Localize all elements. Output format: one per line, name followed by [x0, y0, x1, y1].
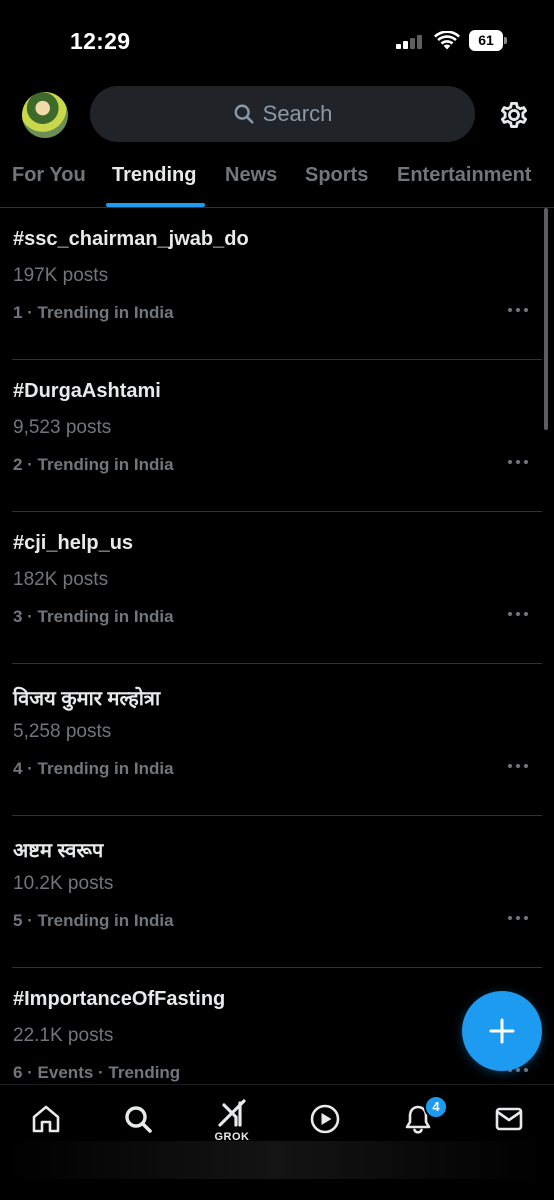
trend-item[interactable]: विजय कुमार मल्होत्रा 5,258 posts 4 · Tre… — [0, 664, 554, 816]
gear-icon[interactable] — [497, 98, 531, 132]
trend-context: 3 · Trending in India — [13, 607, 174, 626]
mail-icon — [495, 1107, 523, 1131]
more-options-icon[interactable] — [508, 916, 528, 922]
cellular-signal-icon — [396, 35, 426, 49]
tab-bar: For You Trending News Sports Entertainme… — [0, 152, 554, 208]
trending-feed[interactable]: #ssc_chairman_jwab_do 197K posts 1 · Tre… — [0, 208, 554, 1084]
active-tab-indicator — [106, 203, 205, 207]
trend-context: 1 · Trending in India — [13, 303, 174, 322]
search-input[interactable]: Search — [90, 86, 475, 142]
grok-icon — [218, 1099, 246, 1127]
tab-sports[interactable]: Sports — [305, 164, 368, 187]
top-bar: Search — [0, 86, 554, 144]
plus-icon — [489, 1018, 515, 1044]
more-options-icon[interactable] — [508, 308, 528, 314]
nav-video[interactable] — [305, 1099, 345, 1139]
trend-post-count: 197K posts — [13, 265, 109, 286]
trend-name: #ssc_chairman_jwab_do — [13, 228, 249, 250]
trend-post-count: 182K posts — [13, 569, 109, 590]
nav-grok[interactable] — [212, 1093, 252, 1133]
search-placeholder: Search — [262, 101, 333, 126]
trend-name: #cji_help_us — [13, 532, 134, 554]
bottom-nav: GROK 4 — [0, 1084, 554, 1200]
trend-post-count: 5,258 posts — [13, 721, 112, 742]
trend-context: 6 · Events · Trending — [13, 1063, 181, 1082]
battery-icon: 61 — [469, 30, 507, 51]
trend-context: 5 · Trending in India — [13, 911, 174, 930]
nav-explore[interactable] — [118, 1099, 158, 1139]
avatar[interactable] — [22, 92, 68, 138]
trend-name: #DurgaAshtami — [13, 380, 161, 402]
trend-context: 4 · Trending in India — [13, 759, 174, 778]
trend-item[interactable]: #DurgaAshtami 9,523 posts 2 · Trending i… — [0, 360, 554, 512]
trend-name: #ImportanceOfFasting — [13, 988, 226, 1010]
more-options-icon[interactable] — [508, 612, 528, 618]
trend-post-count: 10.2K posts — [13, 873, 114, 894]
trend-post-count: 9,523 posts — [13, 417, 112, 438]
trend-name: विजय कुमार मल्होत्रा — [13, 688, 161, 710]
scrollbar[interactable] — [544, 208, 548, 430]
tab-news[interactable]: News — [225, 164, 277, 187]
compose-post-button[interactable] — [462, 991, 542, 1071]
search-icon — [125, 1106, 152, 1133]
home-icon — [32, 1105, 60, 1133]
tab-for-you[interactable]: For You — [12, 164, 86, 187]
notifications-badge: 4 — [424, 1095, 448, 1119]
trend-post-count: 22.1K posts — [13, 1025, 114, 1046]
search-icon — [234, 104, 254, 124]
tab-entertainment[interactable]: Entertainment — [397, 164, 531, 187]
trend-item[interactable]: #ssc_chairman_jwab_do 197K posts 1 · Tre… — [0, 208, 554, 360]
battery-level: 61 — [469, 30, 503, 51]
more-options-icon[interactable] — [508, 460, 528, 466]
nav-home[interactable] — [26, 1099, 66, 1139]
trend-context: 2 · Trending in India — [13, 455, 174, 474]
trend-item[interactable]: #cji_help_us 182K posts 3 · Trending in … — [0, 512, 554, 664]
trend-item[interactable]: अष्टम स्वरूप 10.2K posts 5 · Trending in… — [0, 816, 554, 968]
trend-name: अष्टम स्वरूप — [13, 840, 104, 862]
more-options-icon[interactable] — [508, 764, 528, 770]
status-time: 12:29 — [70, 28, 131, 54]
home-indicator — [5, 1141, 545, 1179]
wifi-icon — [434, 31, 460, 50]
nav-messages[interactable] — [489, 1099, 529, 1139]
tab-trending[interactable]: Trending — [112, 164, 196, 187]
status-bar: 12:29 61 — [0, 0, 554, 80]
video-icon — [310, 1104, 340, 1134]
